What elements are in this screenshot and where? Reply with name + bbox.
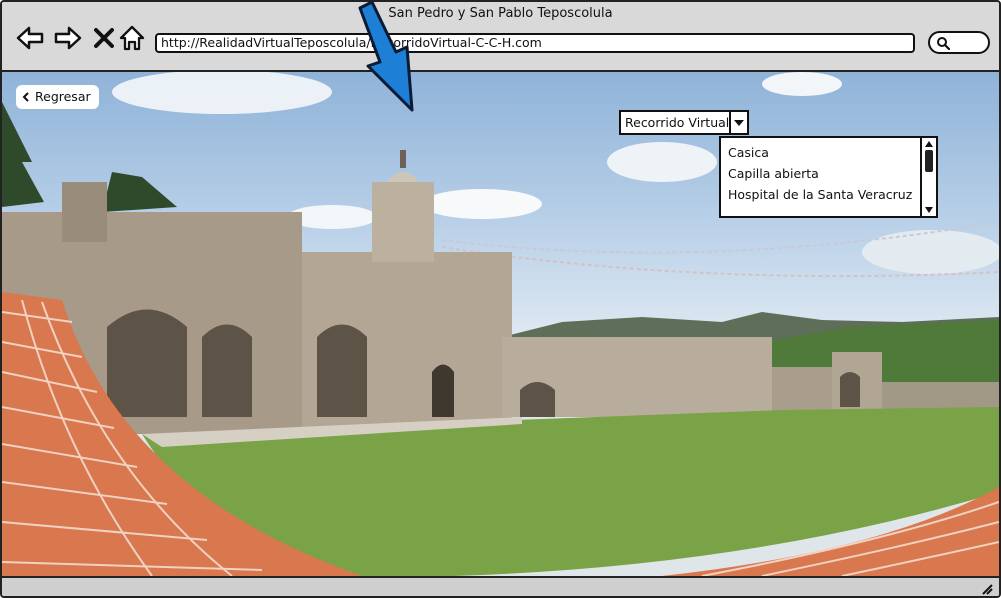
- search-icon: [937, 37, 950, 50]
- status-bar: [2, 576, 999, 596]
- list-item[interactable]: Capilla abierta: [728, 163, 936, 184]
- home-button[interactable]: [118, 24, 146, 52]
- forward-nav-button[interactable]: [54, 24, 82, 52]
- arrow-left-icon: [16, 26, 44, 50]
- tour-select-value: Recorrido Virtual: [625, 115, 730, 130]
- resize-grip-icon[interactable]: [979, 581, 993, 595]
- chevron-left-icon: [22, 92, 29, 102]
- address-bar[interactable]: http://RealidadVirtualTeposcolula/Recorr…: [155, 33, 915, 53]
- tour-select[interactable]: Recorrido Virtual: [619, 110, 749, 135]
- window-title: San Pedro y San Pablo Teposcolula: [388, 6, 613, 21]
- list-item[interactable]: Casica: [728, 142, 936, 163]
- close-icon: [94, 28, 114, 48]
- scrollbar-thumb[interactable]: [925, 150, 933, 172]
- scroll-down-icon[interactable]: [924, 206, 934, 214]
- search-field[interactable]: [928, 31, 990, 54]
- back-button-label: Regresar: [35, 89, 91, 104]
- scroll-up-icon[interactable]: [924, 140, 934, 148]
- arrow-right-icon: [54, 26, 82, 50]
- back-button[interactable]: Regresar: [16, 85, 99, 109]
- stop-button[interactable]: [90, 24, 118, 52]
- back-nav-button[interactable]: [16, 24, 44, 52]
- list-item[interactable]: Hospital de la Santa Veracruz: [728, 184, 936, 205]
- panorama-viewer[interactable]: Regresar Recorrido Virtual Casica Capill…: [2, 72, 999, 576]
- chevron-down-icon[interactable]: [729, 112, 747, 133]
- tour-options-list[interactable]: Casica Capilla abierta Hospital de la Sa…: [719, 136, 938, 218]
- title-bar: San Pedro y San Pablo Teposcolula http:/…: [2, 2, 999, 72]
- list-scrollbar[interactable]: [920, 138, 936, 216]
- browser-window: San Pedro y San Pablo Teposcolula http:/…: [0, 0, 1001, 598]
- home-icon: [119, 25, 145, 51]
